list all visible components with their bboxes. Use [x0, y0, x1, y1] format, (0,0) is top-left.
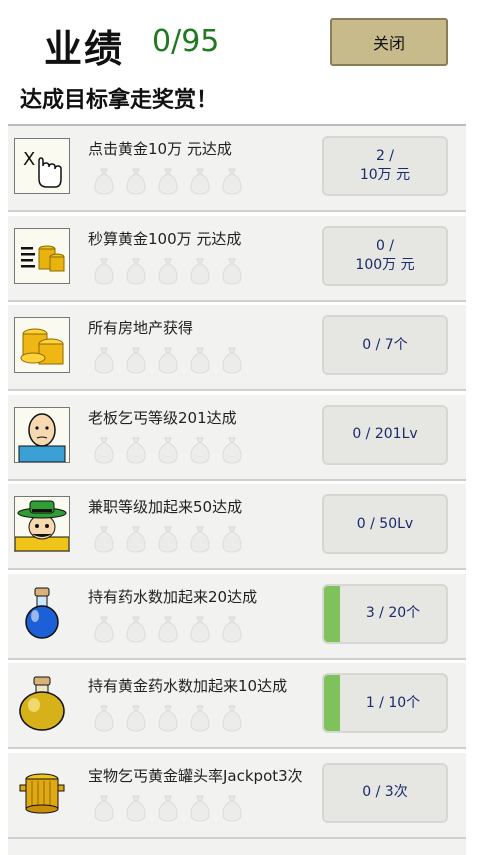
progress-text: 2 /10万 元	[324, 138, 446, 194]
money-bag-icon	[158, 347, 178, 374]
money-bag-icon	[222, 705, 242, 732]
progress-button[interactable]: 0 / 3次	[322, 762, 448, 823]
progress-button[interactable]: 1 / 10个	[322, 673, 448, 733]
progress-text: 1 / 10个	[340, 675, 446, 731]
money-bag-icon	[158, 437, 178, 464]
reward-bags	[92, 703, 244, 733]
subtitle: 达成目标拿走奖赏！	[20, 88, 219, 113]
list-item: 兼职等级加起来50达成 0 / 50Lv	[8, 484, 466, 570]
money-bag-icon	[126, 258, 146, 285]
money-bag-icon	[190, 526, 210, 553]
gold-pot-icon	[14, 765, 70, 821]
money-bag-icon	[222, 168, 242, 195]
money-bag-icon	[94, 168, 114, 195]
tap-hand-icon: X	[14, 138, 70, 194]
money-bag-icon	[158, 705, 178, 732]
money-bag-icon	[126, 795, 146, 822]
money-bag-icon	[190, 258, 210, 285]
progress-button[interactable]: 0 / 50Lv	[322, 494, 448, 554]
money-bag-icon	[126, 616, 146, 643]
list-item: X 点击黄金10万 元达成 2 /10万 元	[8, 126, 466, 212]
achievement-label: 兼职等级加起来50达成	[88, 498, 243, 516]
close-button[interactable]: 关闭	[330, 18, 448, 66]
money-bag-icon	[222, 347, 242, 374]
blue-potion-icon	[14, 586, 70, 642]
money-bag-icon	[222, 795, 242, 822]
money-bag-icon	[222, 616, 242, 643]
money-bag-icon	[158, 616, 178, 643]
progress-text: 0 / 50Lv	[324, 496, 446, 552]
money-bag-icon	[94, 258, 114, 285]
achievement-count: 0/95	[152, 24, 220, 59]
achievement-label: 宝物乞丐黄金罐头率Jackpot3次	[88, 766, 303, 785]
list-item: 持有黄金药水数加起来10达成 1 / 10个	[8, 663, 466, 749]
achievement-label: 点击黄金10万 元达成	[88, 140, 232, 158]
list-item: 宝物乞丐黄金罐头率Jackpot3次 0 / 3次	[8, 752, 466, 839]
achievement-label: 老板乞丐等级201达成	[88, 408, 237, 427]
money-bag-icon	[158, 258, 178, 285]
money-bag-icon	[126, 526, 146, 553]
progress-button[interactable]: 0 /100万 元	[322, 225, 448, 286]
green-hat-man-icon	[14, 496, 70, 552]
money-bag-icon	[94, 347, 114, 374]
progress-button[interactable]: 0 / 7个	[322, 315, 448, 375]
reward-bags	[92, 435, 244, 465]
money-bag-icon	[190, 168, 210, 195]
money-bag-icon	[222, 437, 242, 464]
money-bag-icon	[94, 526, 114, 553]
list-item: 老板乞丐等级201达成 0 / 201Lv	[8, 394, 466, 481]
achievement-label: 秒算黄金100万 元达成	[88, 229, 242, 248]
money-bag-icon	[94, 437, 114, 464]
reward-bags	[92, 793, 244, 823]
money-bag-icon	[126, 437, 146, 464]
money-bag-icon	[190, 795, 210, 822]
list-item: 持有药水数加起来20达成 3 / 20个	[8, 573, 466, 660]
reward-bags	[92, 166, 244, 196]
money-bag-icon	[94, 616, 114, 643]
money-bag-icon	[94, 705, 114, 732]
money-bag-icon	[190, 616, 210, 643]
money-bag-icon	[94, 795, 114, 822]
reward-bags	[92, 524, 244, 554]
list-item: 所有房地产获得 0 / 7个	[8, 305, 466, 391]
money-bag-icon	[126, 705, 146, 732]
page-title: 业绩	[44, 27, 125, 71]
next-list-item-peek	[8, 837, 466, 855]
header: 业绩 0/95 关闭 达成目标拿走奖赏！	[0, 0, 480, 120]
progress-button[interactable]: 0 / 201Lv	[322, 404, 448, 465]
money-bag-icon	[190, 705, 210, 732]
money-bag-icon	[190, 347, 210, 374]
reward-bags	[92, 345, 244, 375]
progress-text: 3 / 20个	[340, 585, 446, 642]
money-bag-icon	[126, 347, 146, 374]
achievement-label: 所有房地产获得	[88, 319, 194, 337]
progress-button[interactable]: 3 / 20个	[322, 583, 448, 644]
svg-text:X: X	[23, 149, 35, 170]
money-bag-icon	[222, 526, 242, 553]
money-bag-icon	[158, 168, 178, 195]
achievement-list[interactable]: X 点击黄金10万 元达成 2 /10万 元 秒算黄金100万 元达成 0 / …	[8, 124, 466, 839]
progress-text: 0 / 3次	[324, 764, 446, 821]
reward-bags	[92, 614, 244, 644]
progress-button[interactable]: 2 /10万 元	[322, 136, 448, 196]
progress-text: 0 / 201Lv	[324, 406, 446, 463]
coin-stack-icon	[14, 227, 70, 284]
money-bag-icon	[158, 795, 178, 822]
money-bag-icon	[158, 526, 178, 553]
gold-coins-icon	[14, 317, 70, 373]
money-bag-icon	[222, 258, 242, 285]
gold-potion-icon	[14, 675, 70, 731]
achievement-label: 持有药水数加起来20达成	[88, 587, 258, 606]
progress-text: 0 / 7个	[324, 317, 446, 373]
achievement-label: 持有黄金药水数加起来10达成	[88, 677, 288, 695]
bald-man-icon	[14, 406, 70, 463]
money-bag-icon	[126, 168, 146, 195]
reward-bags	[92, 256, 244, 286]
progress-text: 0 /100万 元	[324, 227, 446, 284]
list-item: 秒算黄金100万 元达成 0 /100万 元	[8, 215, 466, 302]
money-bag-icon	[190, 437, 210, 464]
